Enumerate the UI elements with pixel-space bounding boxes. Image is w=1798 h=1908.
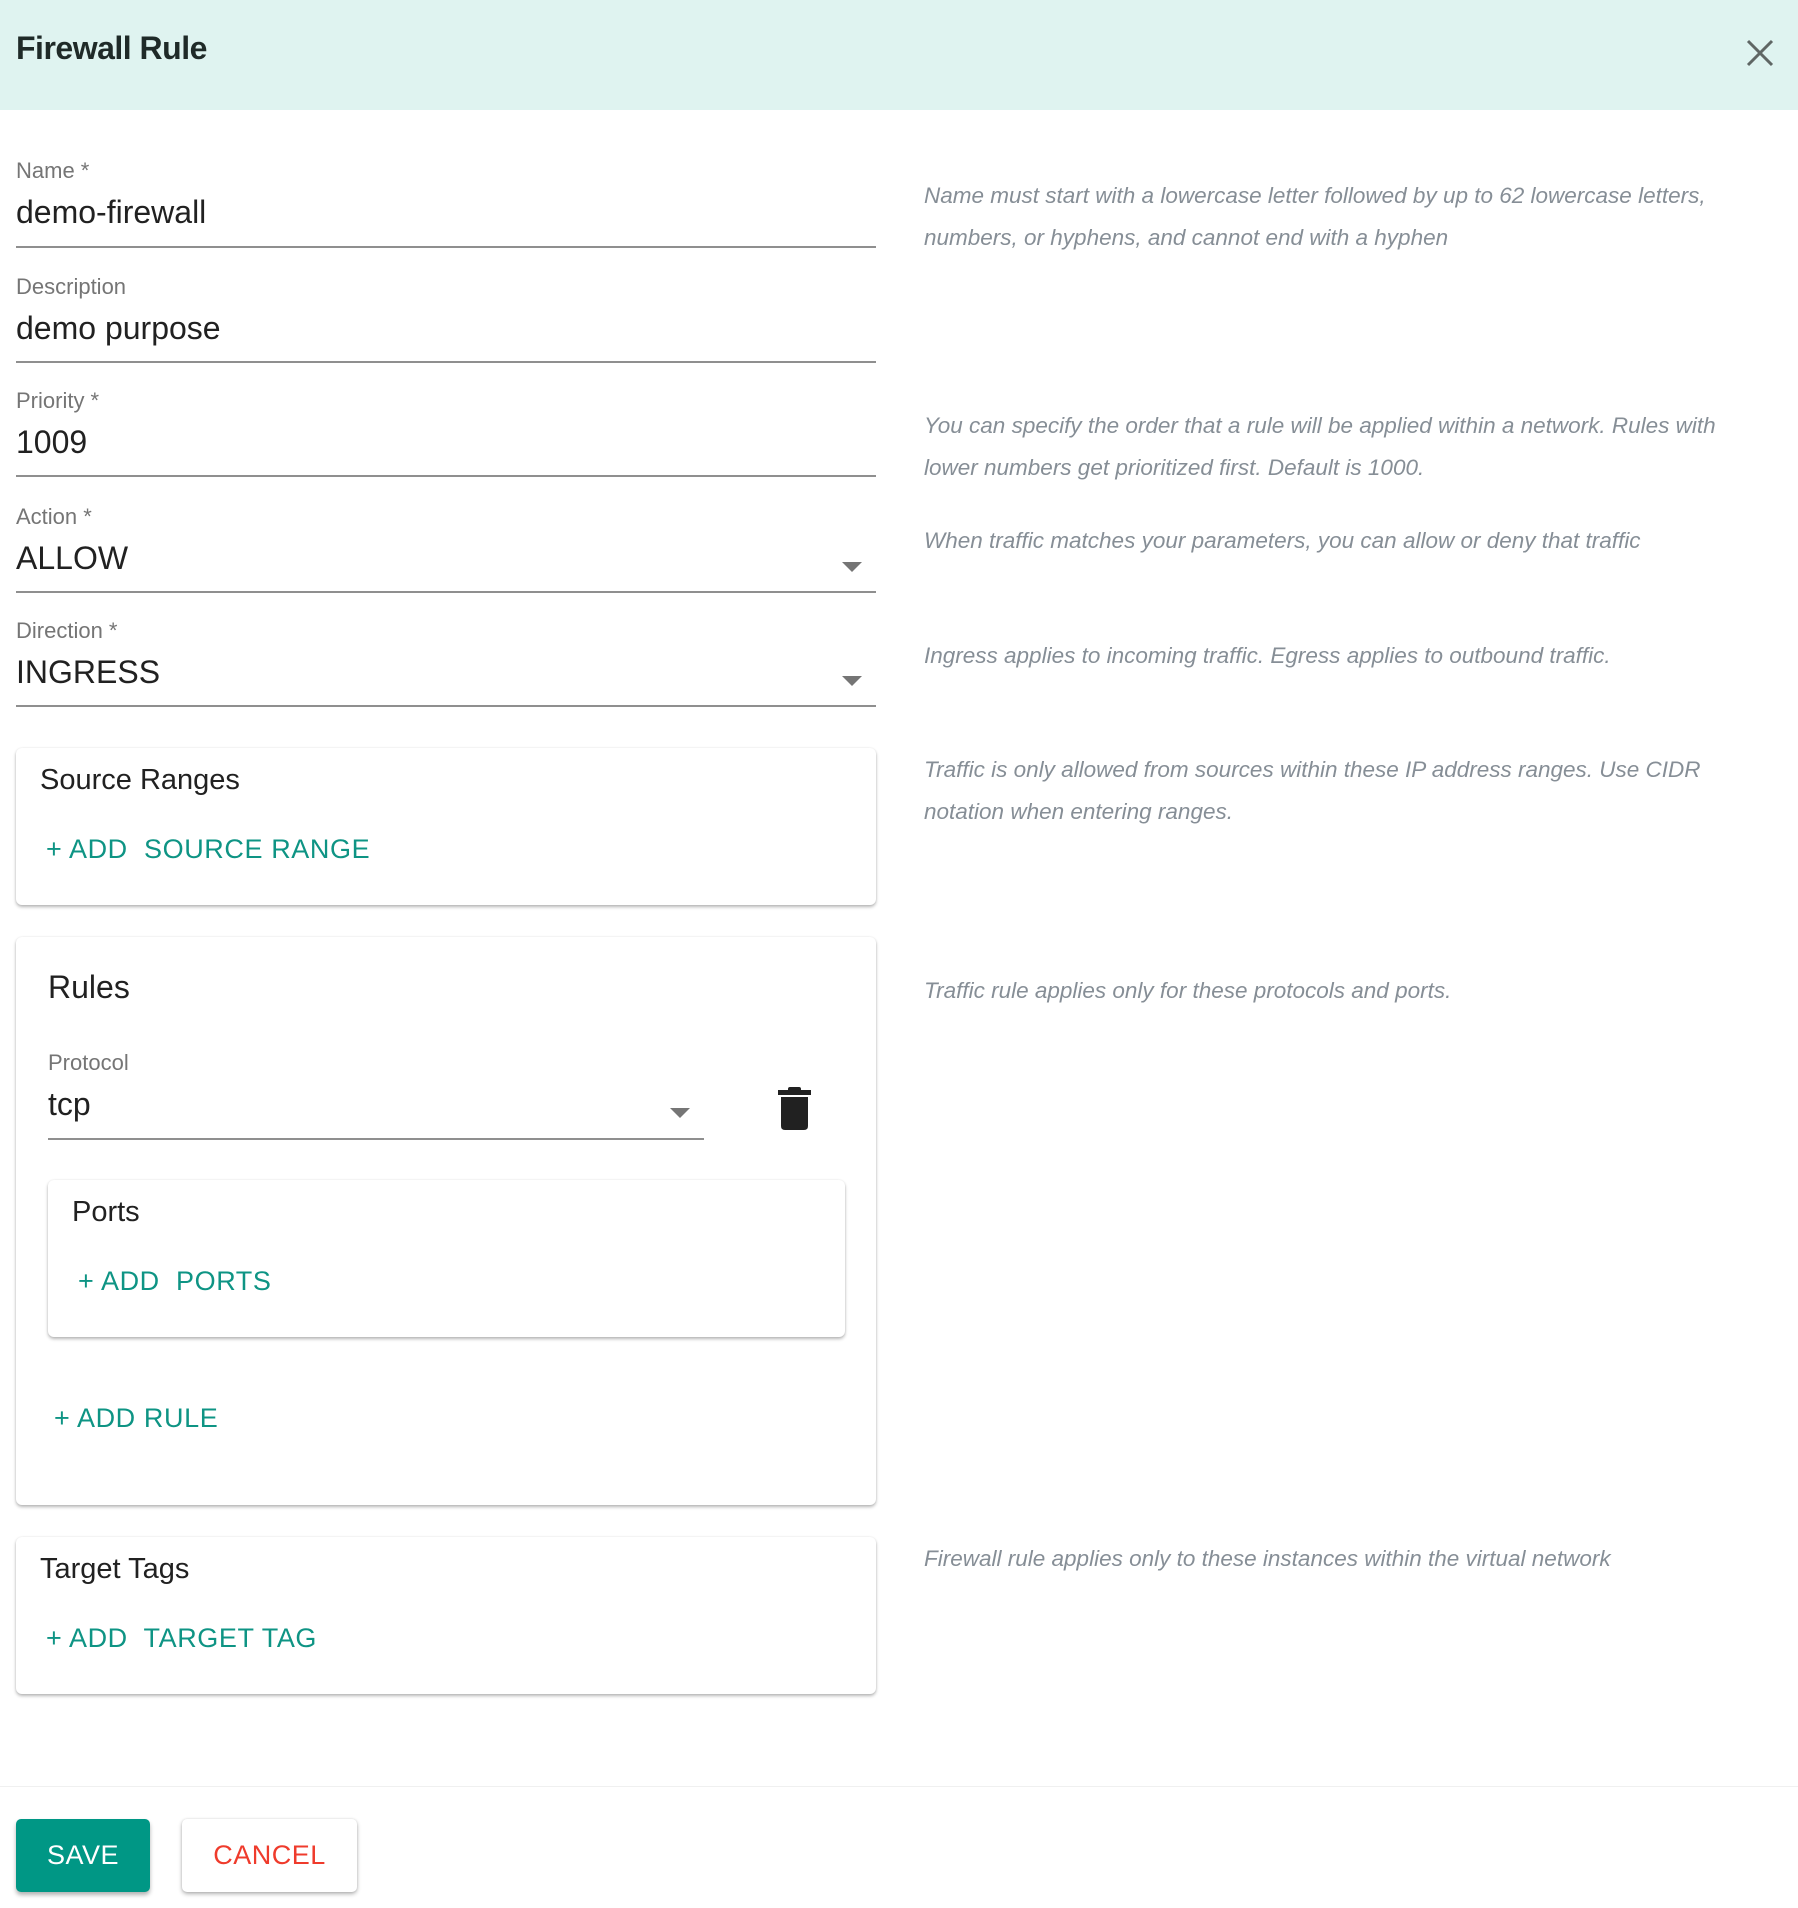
source-ranges-card: Source Ranges + ADD SOURCE RANGE bbox=[16, 748, 876, 905]
target-tags-card: Target Tags + ADD TARGET TAG bbox=[16, 1537, 876, 1694]
add-source-range-button[interactable]: + ADD SOURCE RANGE bbox=[46, 834, 370, 865]
description-label: Description bbox=[16, 274, 127, 299]
chevron-down-icon[interactable] bbox=[842, 676, 862, 686]
direction-label: Direction * bbox=[16, 618, 118, 643]
action-help: When traffic matches your parameters, yo… bbox=[924, 528, 1641, 553]
target-tags-title: Target Tags bbox=[40, 1553, 190, 1585]
dialog-title: Firewall Rule bbox=[16, 30, 207, 66]
action-underline bbox=[16, 591, 876, 593]
direction-value[interactable]: INGRESS bbox=[16, 654, 160, 691]
action-value[interactable]: ALLOW bbox=[16, 540, 128, 577]
description-field[interactable]: Description demo purpose bbox=[16, 274, 876, 366]
ports-title: Ports bbox=[72, 1196, 140, 1228]
add-ports-button[interactable]: + ADD PORTS bbox=[78, 1266, 272, 1297]
priority-help: You can specify the order that a rule wi… bbox=[924, 413, 1716, 480]
save-button[interactable]: SAVE bbox=[16, 1819, 150, 1892]
priority-field[interactable]: Priority * 1009 bbox=[16, 388, 876, 480]
name-underline bbox=[16, 246, 876, 248]
delete-rule-button[interactable] bbox=[778, 1087, 812, 1136]
source-ranges-help: Traffic is only allowed from sources wit… bbox=[924, 757, 1701, 824]
name-input[interactable]: demo-firewall bbox=[16, 194, 206, 231]
dialog-header: Firewall Rule bbox=[0, 0, 1798, 110]
close-button[interactable] bbox=[1742, 35, 1778, 71]
name-help: Name must start with a lowercase letter … bbox=[924, 183, 1706, 250]
protocol-select[interactable]: Protocol tcp bbox=[48, 1050, 704, 1142]
trash-icon bbox=[778, 1087, 811, 1130]
action-select[interactable]: Action * ALLOW bbox=[16, 504, 876, 596]
add-target-tag-button[interactable]: + ADD TARGET TAG bbox=[46, 1623, 317, 1654]
direction-select[interactable]: Direction * INGRESS bbox=[16, 618, 876, 710]
add-rule-button[interactable]: + ADD RULE bbox=[54, 1403, 218, 1434]
cancel-button[interactable]: CANCEL bbox=[182, 1819, 357, 1892]
description-underline bbox=[16, 361, 876, 363]
name-field[interactable]: Name * demo-firewall bbox=[16, 158, 876, 250]
rules-card: Rules Protocol tcp Ports + ADD PORTS + A… bbox=[16, 937, 876, 1505]
protocol-underline bbox=[48, 1138, 704, 1140]
name-label: Name * bbox=[16, 158, 90, 183]
footer-divider bbox=[0, 1786, 1798, 1787]
close-icon bbox=[1746, 39, 1774, 67]
protocol-value[interactable]: tcp bbox=[48, 1086, 91, 1123]
source-ranges-title: Source Ranges bbox=[40, 764, 240, 796]
rules-title: Rules bbox=[48, 969, 130, 1005]
action-label: Action * bbox=[16, 504, 92, 529]
chevron-down-icon[interactable] bbox=[842, 562, 862, 572]
priority-label: Priority * bbox=[16, 388, 100, 413]
ports-card: Ports + ADD PORTS bbox=[48, 1180, 845, 1337]
priority-underline bbox=[16, 475, 876, 477]
description-input[interactable]: demo purpose bbox=[16, 310, 221, 347]
chevron-down-icon[interactable] bbox=[670, 1108, 690, 1118]
protocol-label: Protocol bbox=[48, 1050, 129, 1075]
rules-help: Traffic rule applies only for these prot… bbox=[924, 978, 1452, 1003]
direction-underline bbox=[16, 705, 876, 707]
direction-help: Ingress applies to incoming traffic. Egr… bbox=[924, 643, 1611, 668]
priority-input[interactable]: 1009 bbox=[16, 424, 87, 461]
target-tags-help: Firewall rule applies only to these inst… bbox=[924, 1546, 1611, 1571]
